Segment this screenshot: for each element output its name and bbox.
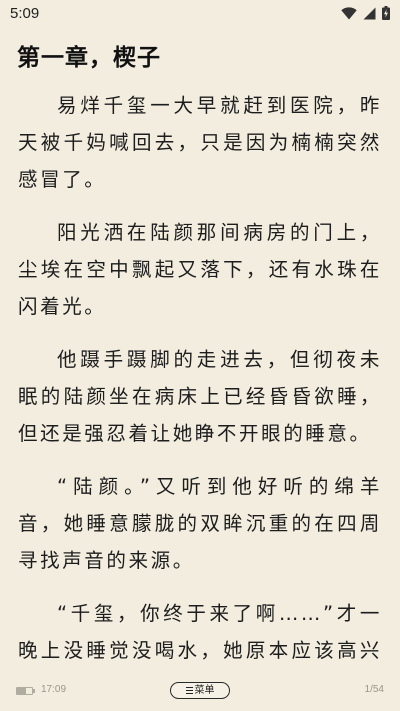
- paragraph: “千玺，你终于来了啊……”才一晚上没睡觉没喝水，她原本应该高兴的声音突然之间沙哑…: [18, 602, 382, 662]
- paragraph: 易烊千玺一大早就赶到医院，昨天被千妈喊回去，只是因为楠楠突然感冒了。: [18, 94, 382, 191]
- status-icons: [341, 6, 390, 20]
- footer-time: 17:09: [41, 684, 67, 695]
- battery-level: [17, 688, 26, 694]
- list-icon: [185, 686, 193, 695]
- status-bar: 5:09: [0, 0, 400, 28]
- menu-label: 菜单: [194, 684, 215, 696]
- paragraph: 阳光洒在陆颜那间病房的门上，尘埃在空中飘起又落下，还有水珠在闪着光。: [18, 221, 382, 318]
- battery-tip: [33, 689, 35, 693]
- reader-footer: 17:09 菜单 1/54: [0, 678, 400, 708]
- wifi-icon: [341, 6, 357, 19]
- status-time: 5:09: [10, 5, 40, 22]
- paragraph: “陆颜。”又听到他好听的绵羊音，她睡意朦胧的双眸沉重的在四周寻找声音的来源。: [18, 475, 382, 572]
- battery-charging-icon: [382, 6, 390, 20]
- page-indicator: 1/54: [364, 684, 384, 695]
- paragraph: 他蹑手蹑脚的走进去，但彻夜未眠的陆颜坐在病床上已经昏昏欲睡，但还是强忍着让她睁不…: [18, 348, 382, 445]
- menu-button[interactable]: 菜单: [170, 682, 230, 699]
- cell-signal-icon: [363, 7, 376, 19]
- reading-content[interactable]: 易烊千玺一大早就赶到医院，昨天被千妈喊回去，只是因为楠楠突然感冒了。 阳光洒在陆…: [18, 87, 382, 669]
- battery-icon: [16, 687, 35, 695]
- chapter-title: 第一章，楔子: [17, 45, 161, 71]
